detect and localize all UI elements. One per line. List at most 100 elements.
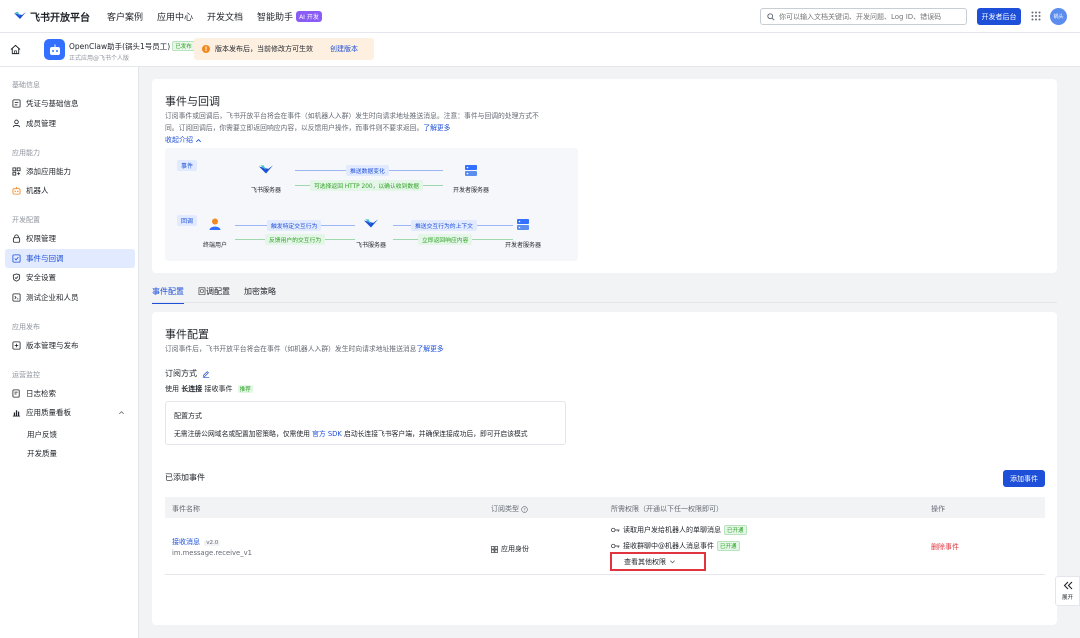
sidebar-item-logs[interactable]: 日志检索 (5, 384, 135, 403)
table-row: 接收消息 v2.0 im.message.receive_v1 应用身份 读取用… (165, 518, 1045, 575)
sidebar-item-label: 机器人 (26, 186, 49, 195)
server-icon (517, 218, 529, 230)
th-sub-type: 订阅类型 ? (491, 504, 528, 514)
sidebar-item-quality[interactable]: 应用质量看板 (5, 403, 135, 422)
event-callback-diagram: 事件 飞书服务器 推送数据变化 可选择返回 HTTP 200，以确认收到数据 开… (165, 148, 578, 261)
version-notice: ! 版本发布后，当前修改方可生效 创建版本 (194, 38, 374, 60)
event-name-link[interactable]: 接收消息 (172, 538, 200, 546)
collapse-intro-toggle[interactable]: 收起介绍 (165, 135, 202, 145)
return-200-pill: 可选择返回 HTTP 200，以确认收到数据 (310, 180, 423, 191)
permission-2: 接收群聊中@机器人消息事件 已开通 (611, 541, 740, 551)
credentials-icon (12, 99, 21, 108)
nav-dev-docs[interactable]: 开发文档 (207, 10, 243, 23)
sidebar-item-bot[interactable]: 机器人 (5, 181, 135, 200)
sidebar-item-members[interactable]: 成员管理 (5, 114, 135, 133)
chevron-up-icon[interactable] (118, 409, 125, 416)
feishu-server-node (258, 162, 274, 178)
permission-1-text: 读取用户发给机器人的单聊消息 (623, 526, 721, 534)
push-context-pill: 推送交互行为的上下文 (411, 220, 477, 231)
sidebar-item-events[interactable]: 事件与回调 (5, 249, 135, 268)
config-method-box: 配置方式 无需注册公网域名或配置加密策略，仅需使用 官方 SDK 启动长连接飞书… (165, 401, 566, 445)
feishu-logo-icon (364, 219, 378, 228)
sidebar-group-basic: 基础信息 (12, 81, 40, 89)
th-actions: 操作 (931, 505, 945, 513)
sidebar-group-monitoring: 运营监控 (12, 371, 40, 379)
sidebar-item-security[interactable]: 安全设置 (5, 268, 135, 287)
logo[interactable]: 飞书开放平台 (14, 9, 100, 24)
added-events-title: 已添加事件 (165, 473, 205, 482)
nav-customer-cases[interactable]: 客户案例 (107, 10, 143, 23)
sidebar-subitem-dev-quality[interactable]: 开发质量 (27, 448, 57, 459)
config-desc-a: 无需注册公网域名或配置加密策略，仅需使用 (174, 430, 310, 438)
events-icon (12, 254, 21, 263)
sidebar-item-label: 应用质量看板 (26, 408, 71, 417)
th-sub-type-label: 订阅类型 (491, 505, 519, 513)
dev-server-node-2 (515, 216, 531, 232)
expand-label: 展开 (1061, 595, 1073, 601)
events-table-header: 事件名称 订阅类型 ? 所需权限（开通以下任一权限即可） 操作 (165, 497, 1045, 518)
user-avatar[interactable]: 锅头 (1050, 8, 1067, 25)
version-icon (12, 341, 21, 350)
sidebar: 基础信息 凭证与基础信息 成员管理 应用能力 添加应用能力 机器人 开发配置 权… (0, 67, 139, 638)
search-box[interactable] (760, 8, 967, 25)
official-sdk-link[interactable]: 官方 SDK (312, 430, 342, 438)
sidebar-subitem-feedback[interactable]: 用户反馈 (27, 429, 57, 440)
sidebar-item-version[interactable]: 版本管理与发布 (5, 336, 135, 355)
top-nav-bar: 飞书开放平台 客户案例 应用中心 开发文档 智能助手AI 开发 开发者后台 锅头 (0, 0, 1080, 33)
feishu-server-label: 飞书服务器 (251, 187, 282, 194)
subscription-mode: 使用 长连接 接收事件 推荐 (165, 384, 253, 394)
recommend-badge: 推荐 (237, 385, 253, 393)
chart-icon (12, 410, 21, 417)
event-learn-more-link[interactable]: 了解更多 (416, 345, 443, 353)
grid-icon (491, 545, 498, 553)
intro-desc-line2: 同。订阅回调后，你需要立即返回响应内容，以反馈用户操作，而事件则不要求返回。了解… (165, 122, 575, 134)
version-badge: v2.0 (204, 540, 221, 546)
event-config-desc: 订阅事件后，飞书开放平台将会在事件（如机器人入群）发生时向请求地址推送消息了解更… (165, 343, 444, 355)
permission-2-status: 已开通 (717, 541, 740, 551)
dev-console-button[interactable]: 开发者后台 (977, 8, 1021, 25)
sidebar-item-label: 事件与回调 (26, 254, 64, 263)
subscription-method: 订阅方式 (165, 368, 210, 379)
event-key: im.message.receive_v1 (172, 549, 252, 557)
add-event-button[interactable]: 添加事件 (1003, 470, 1045, 487)
view-other-permissions-button[interactable]: 查看其他权限 (610, 552, 706, 571)
nav-ai-assistant[interactable]: 智能助手 AI 开发 (257, 10, 322, 23)
lock-icon (12, 234, 21, 243)
robot-icon (49, 44, 60, 55)
sidebar-item-test-company[interactable]: 测试企业和人员 (5, 288, 135, 307)
delete-event-button[interactable]: 删除事件 (931, 542, 959, 552)
feishu-logo-icon (259, 165, 273, 174)
trigger-pill: 触发特定交互行为 (267, 220, 322, 231)
app-name-text: OpenClaw助手(锅头1号员工) (69, 42, 171, 51)
permission-1: 读取用户发给机器人的单聊消息 已开通 (611, 525, 747, 535)
feedback-pill: 反馈用户的交互行为 (265, 234, 326, 245)
sidebar-item-add-capability[interactable]: 添加应用能力 (5, 162, 135, 181)
search-input[interactable] (779, 12, 964, 21)
help-icon[interactable]: ? (521, 505, 528, 513)
sub-method-label: 订阅方式 (165, 369, 197, 378)
use-prefix: 使用 (165, 385, 179, 393)
sidebar-item-permissions[interactable]: 权限管理 (5, 229, 135, 248)
sub-type-cell: 应用身份 (491, 544, 529, 554)
edit-icon[interactable] (202, 370, 210, 378)
notice-text: 版本发布后，当前修改方可生效 (215, 45, 313, 53)
sidebar-item-label: 添加应用能力 (26, 167, 71, 176)
shield-icon (12, 273, 21, 282)
home-icon[interactable] (10, 44, 21, 55)
nav-app-center[interactable]: 应用中心 (157, 10, 193, 23)
learn-more-link[interactable]: 了解更多 (423, 124, 450, 132)
dev-server-label-1: 开发者服务器 (453, 187, 490, 194)
create-version-link[interactable]: 创建版本 (330, 44, 358, 54)
app-name: OpenClaw助手(锅头1号员工) 已发布 (69, 41, 195, 52)
double-chevron-left-icon (1063, 581, 1072, 590)
sidebar-item-credentials[interactable]: 凭证与基础信息 (5, 94, 135, 113)
permission-2-text: 接收群聊中@机器人消息事件 (623, 542, 714, 550)
th-permissions: 所需权限（开通以下任一权限即可） (611, 505, 723, 513)
expand-panel-button[interactable]: 展开 (1055, 576, 1080, 606)
apps-grid-icon[interactable] (1031, 11, 1041, 21)
dev-server-node-1 (463, 162, 479, 178)
server-icon (465, 164, 477, 176)
config-method-desc: 无需注册公网域名或配置加密策略，仅需使用 官方 SDK 启动长连接飞书客户端，并… (174, 428, 528, 438)
key-icon (611, 527, 620, 533)
sidebar-item-label: 日志检索 (26, 389, 56, 398)
